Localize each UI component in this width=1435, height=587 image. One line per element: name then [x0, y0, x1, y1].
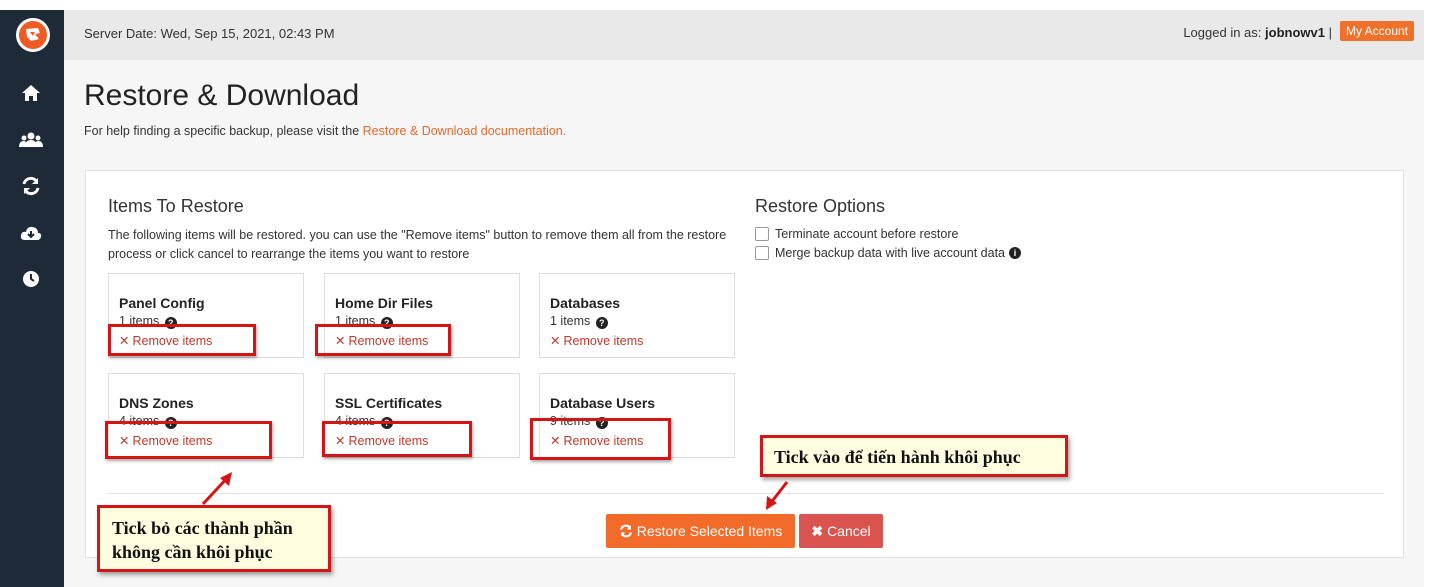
highlight-box: [315, 324, 451, 356]
cancel-label: Cancel: [827, 523, 871, 539]
close-icon: ✕: [550, 334, 561, 348]
card-title: Home Dir Files: [335, 295, 434, 311]
card-title: SSL Certificates: [335, 395, 443, 411]
remove-items-label: Remove items: [563, 334, 644, 348]
highlight-box: [322, 421, 472, 457]
top-bar: Server Date: Wed, Sep 15, 2021, 02:43 PM…: [64, 10, 1424, 60]
card-title: Panel Config: [119, 295, 205, 311]
callout-remove-items: Tick bỏ các thành phần không cần khôi ph…: [97, 505, 331, 572]
callout-restore-items: Tick vào để tiến hành khôi phục: [760, 435, 1068, 477]
users-icon[interactable]: [18, 127, 44, 153]
merge-backup-option[interactable]: Merge backup data with live account data…: [755, 246, 1021, 260]
help-text-label: For help finding a specific backup, plea…: [84, 124, 360, 138]
help-text: For help finding a specific backup, plea…: [84, 124, 566, 138]
my-account-button[interactable]: My Account: [1339, 21, 1414, 41]
restore-options-title: Restore Options: [755, 196, 886, 216]
card-title: Databases: [550, 295, 621, 311]
cancel-button[interactable]: ✖ Cancel: [799, 514, 883, 548]
card-count-text: 1 items: [550, 314, 591, 328]
remove-items-button[interactable]: ✕ Remove items: [550, 333, 643, 348]
highlight-box: [108, 324, 256, 356]
divider: [107, 493, 1384, 494]
sidebar: [0, 10, 64, 587]
refresh-icon[interactable]: [18, 173, 44, 199]
question-icon[interactable]: ?: [595, 317, 608, 329]
logo-icon[interactable]: [16, 18, 50, 52]
card-title: DNS Zones: [119, 395, 194, 411]
highlight-box: [530, 418, 671, 460]
home-icon[interactable]: [18, 80, 44, 106]
highlight-box: [105, 421, 272, 459]
server-date: Server Date: Wed, Sep 15, 2021, 02:43 PM: [84, 26, 335, 41]
username: jobnowv1: [1265, 25, 1325, 40]
card-count: 1 items ?: [550, 314, 608, 329]
items-to-restore-title: Items To Restore: [108, 196, 244, 216]
logged-in-info: Logged in as: jobnowv1 |: [1183, 25, 1332, 40]
terminate-account-label: Terminate account before restore: [775, 227, 959, 241]
merge-backup-checkbox[interactable]: [755, 246, 769, 260]
restore-selected-button[interactable]: Restore Selected Items: [606, 514, 795, 548]
close-icon: ✖: [811, 522, 824, 539]
separator: |: [1328, 25, 1332, 40]
documentation-link[interactable]: Restore & Download documentation.: [363, 124, 567, 138]
refresh-icon: [619, 524, 632, 538]
logged-in-label: Logged in as:: [1183, 25, 1262, 40]
items-description: The following items will be restored. yo…: [108, 228, 727, 261]
page-title: Restore & Download: [84, 79, 360, 112]
info-icon[interactable]: i: [1009, 247, 1021, 259]
clock-icon[interactable]: [18, 266, 44, 292]
cloud-download-icon[interactable]: [18, 220, 44, 246]
card-title: Database Users: [550, 395, 656, 411]
restore-selected-label: Restore Selected Items: [636, 523, 783, 539]
restore-panel: Items To Restore The following items wil…: [85, 170, 1404, 558]
card-databases: Databases 1 items ? ✕ Remove items: [539, 273, 735, 358]
terminate-account-checkbox[interactable]: [755, 227, 769, 241]
terminate-account-option[interactable]: Terminate account before restore: [755, 227, 958, 241]
merge-backup-label: Merge backup data with live account data: [775, 246, 1005, 260]
